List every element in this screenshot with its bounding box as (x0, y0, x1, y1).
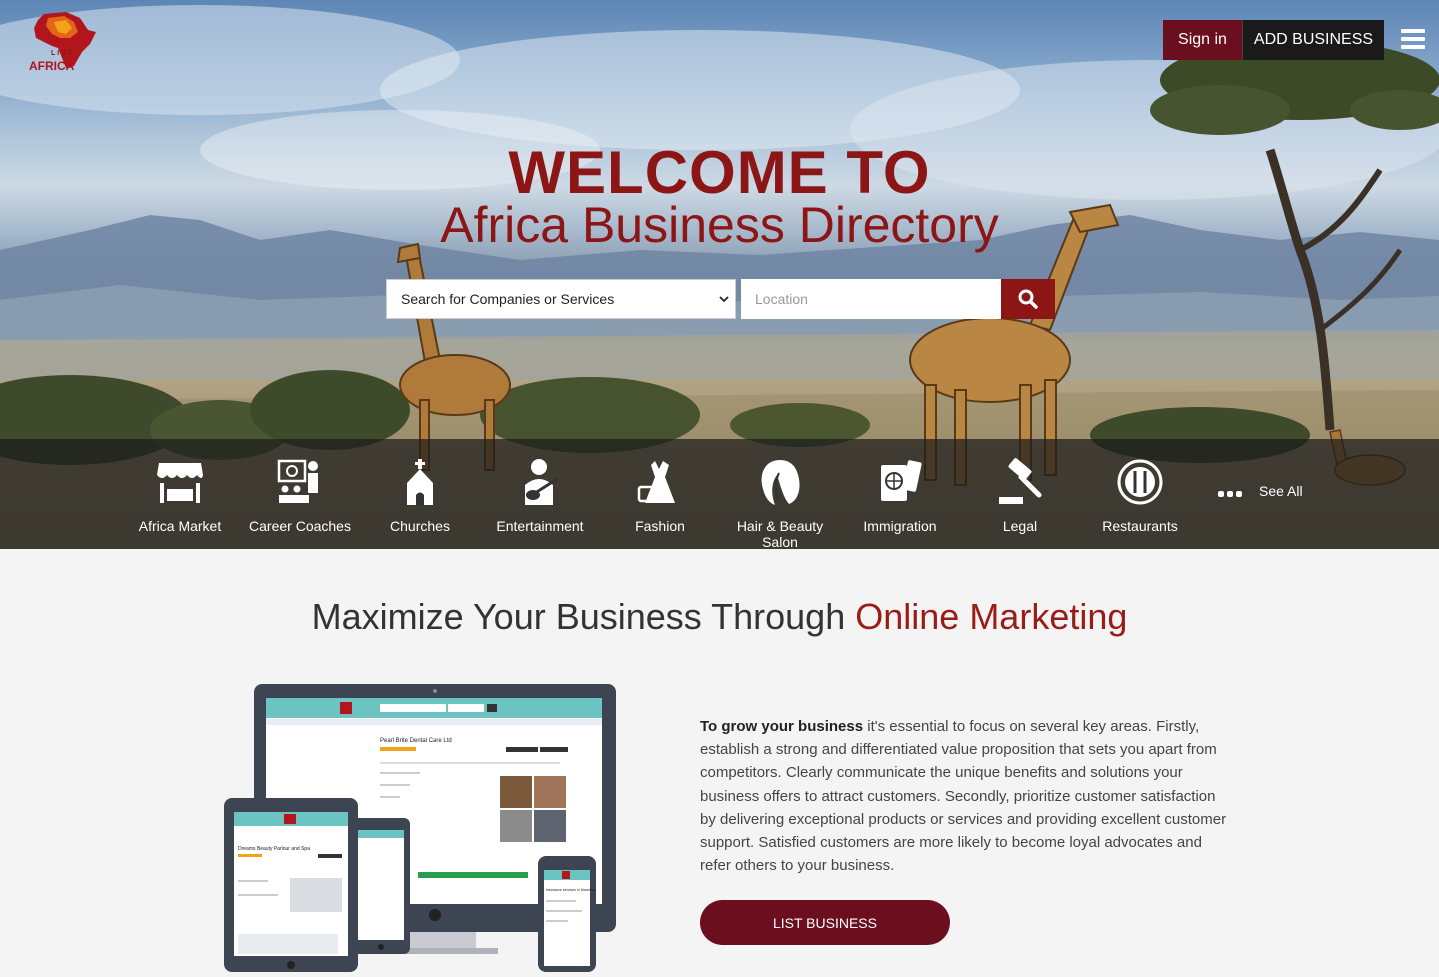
category-label: Africa Market (138, 518, 222, 534)
category-fashion[interactable]: Fashion (600, 457, 720, 534)
see-all-link[interactable]: See All (1218, 483, 1303, 499)
category-africa-market[interactable]: Africa Market (120, 457, 240, 534)
market-stall-icon (157, 463, 203, 503)
dress-icon (637, 461, 675, 503)
category-label: Hair & Beauty Salon (736, 518, 824, 549)
device-mockups-image: Pearl Brite Dental Care Ltd Dreams Beaut… (222, 684, 622, 972)
search-bar: Search for Companies or Services Locatio… (386, 279, 1055, 319)
directory-subtitle: Africa Business Directory (440, 197, 999, 253)
list-business-button[interactable]: LIST BUSINESS (700, 900, 950, 945)
add-business-button[interactable]: ADD BUSINESS (1242, 20, 1384, 60)
mock-phone-title: Insurance services in Mauritius (546, 888, 596, 892)
search-select-value: Search for Companies or Services (401, 291, 615, 307)
mock-tablet-title: Dreams Beauty Parlour and Spa (238, 846, 310, 852)
more-dots-icon (1218, 491, 1242, 497)
logo-africa-text: AFRICA (29, 59, 75, 73)
logo-list-text: LIST (51, 50, 75, 57)
marketing-heading: Maximize Your Business Through Online Ma… (0, 596, 1439, 638)
search-category-select[interactable]: Search for Companies or Services (386, 279, 736, 319)
hero-banner: LIST AFRICA Sign in ADD BUSINESS WELCOME… (0, 0, 1439, 549)
category-label: Restaurants (1102, 518, 1178, 534)
mock-desktop-title: Pearl Brite Dental Care Ltd (380, 738, 452, 744)
site-logo[interactable]: LIST AFRICA (14, 8, 100, 73)
category-legal[interactable]: Legal (960, 457, 1080, 534)
category-career-coaches[interactable]: Career Coaches (240, 457, 360, 534)
church-icon (407, 459, 433, 505)
location-input[interactable]: Location (741, 279, 1001, 319)
sign-in-button[interactable]: Sign in (1163, 20, 1242, 60)
category-label: Entertainment (496, 518, 584, 534)
category-label: Career Coaches (249, 518, 351, 534)
see-all-label: See All (1259, 483, 1303, 499)
search-button[interactable] (1001, 279, 1055, 319)
category-hair-beauty[interactable]: Hair & Beauty Salon (720, 457, 840, 549)
marketing-heading-accent: Online Marketing (855, 596, 1128, 637)
presenter-icon (277, 459, 318, 503)
marketing-paragraph: To grow your business it's essential to … (700, 715, 1230, 877)
category-restaurants[interactable]: Restaurants (1080, 457, 1200, 534)
hair-icon (761, 460, 800, 505)
plate-cutlery-icon (1117, 459, 1163, 505)
device-mockups-illustration: Pearl Brite Dental Care Ltd Dreams Beaut… (224, 684, 616, 972)
category-immigration[interactable]: Immigration (840, 457, 960, 534)
category-bar: Africa Market Career Coaches Churches En… (0, 439, 1439, 549)
header-actions: Sign in ADD BUSINESS (1163, 20, 1384, 60)
marketing-paragraph-bold: To grow your business (700, 718, 864, 735)
marketing-heading-plain: Maximize Your Business Through (311, 596, 846, 637)
category-label: Legal (1002, 518, 1038, 534)
category-entertainment[interactable]: Entertainment (480, 457, 600, 534)
location-placeholder: Location (755, 291, 808, 307)
guitarist-icon (525, 459, 558, 505)
search-icon (1018, 289, 1038, 309)
category-label: Immigration (863, 518, 937, 534)
category-label: Fashion (635, 518, 685, 534)
marketing-paragraph-text: it's essential to focus on several key a… (700, 718, 1227, 875)
category-churches[interactable]: Churches (360, 457, 480, 534)
category-label: Churches (390, 518, 450, 534)
menu-icon[interactable] (1401, 29, 1425, 49)
passport-icon (881, 460, 922, 501)
chevron-down-icon (719, 296, 729, 303)
gavel-icon (999, 458, 1042, 504)
